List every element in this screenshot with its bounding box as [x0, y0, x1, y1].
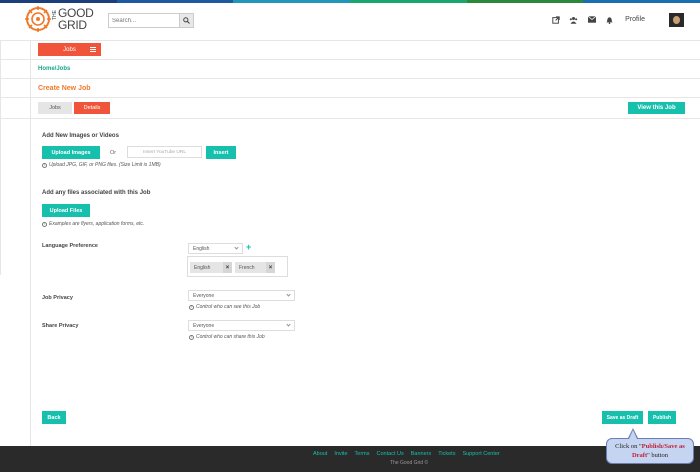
stripe-segment — [233, 0, 350, 3]
divider — [0, 40, 700, 41]
info-icon: i — [42, 221, 47, 227]
job-privacy-select[interactable]: Everyone — [188, 290, 295, 301]
chevron-down-icon — [234, 245, 239, 250]
users-icon[interactable] — [569, 15, 578, 24]
jobs-menu-button[interactable]: Jobs — [38, 43, 101, 56]
job-privacy-label: Job Privacy — [42, 295, 73, 301]
logo[interactable]: THE GOOD GRID — [25, 6, 94, 32]
divider — [0, 78, 700, 79]
logo-icon — [25, 6, 51, 32]
stripe-segment — [0, 0, 117, 3]
chevron-down-icon — [286, 322, 291, 327]
share-privacy-label: Share Privacy — [42, 323, 79, 329]
upload-files-button[interactable]: Upload Files — [42, 204, 90, 217]
divider — [0, 118, 700, 119]
jobs-menu-label: Jobs — [63, 46, 76, 53]
images-section-title: Add New Images or Videos — [42, 133, 119, 139]
files-section-title: Add any files associated with this Job — [42, 190, 151, 196]
copyright: The Good Grid © — [390, 460, 429, 466]
job-privacy-hint: i Control who can see this Job — [189, 304, 260, 310]
footer-link-contact[interactable]: Contact Us — [377, 451, 404, 457]
insert-button[interactable]: Insert — [206, 146, 236, 159]
avatar[interactable] — [669, 13, 684, 27]
chevron-down-icon — [286, 292, 291, 297]
language-tag-label: English — [194, 264, 211, 271]
share-privacy-value: Everyone — [193, 322, 215, 329]
language-select-value: English — [193, 245, 210, 252]
stripe-segment — [583, 0, 700, 3]
remove-tag-icon[interactable]: × — [223, 262, 232, 273]
stripe-segment — [116, 0, 234, 3]
add-language-icon[interactable]: + — [246, 243, 251, 252]
footer-link-tickets[interactable]: Tickets — [438, 451, 455, 457]
breadcrumb[interactable]: Home/Jobs — [38, 66, 70, 72]
callout-prefix: Click on " — [615, 443, 642, 450]
files-hint-text: Examples are flyers, application forms, … — [49, 221, 145, 227]
external-link-icon[interactable] — [551, 15, 560, 24]
youtube-url-input[interactable]: Insert YouTube URL — [127, 146, 202, 158]
footer-link-banners[interactable]: Banners — [411, 451, 432, 457]
color-stripe — [0, 0, 700, 3]
images-hint-text: Upload JPG, GIF, or PNG files. (Size Lim… — [49, 162, 161, 168]
page-left-border — [0, 40, 1, 275]
divider — [0, 59, 700, 60]
language-tag: French × — [235, 262, 275, 273]
images-hint: i Upload JPG, GIF, or PNG files. (Size L… — [42, 162, 161, 168]
info-icon: i — [189, 304, 194, 310]
instruction-callout: Click on "Publish/Save as Draft" button — [606, 438, 694, 464]
tab-jobs[interactable]: Jobs — [38, 102, 72, 114]
language-tag-label: French — [239, 264, 255, 271]
divider — [0, 97, 700, 98]
search-box — [108, 13, 194, 28]
content-left-border — [30, 40, 31, 446]
search-button[interactable] — [179, 14, 193, 27]
footer-link-support[interactable]: Support Center — [462, 451, 499, 457]
language-label: Language Preference — [42, 243, 98, 249]
info-icon: i — [42, 162, 47, 168]
footer-link-about[interactable]: About — [313, 451, 327, 457]
language-tag: English × — [190, 262, 232, 273]
bell-icon[interactable] — [605, 15, 614, 24]
share-privacy-select[interactable]: Everyone — [188, 320, 295, 331]
callout-pointer-fill — [629, 430, 637, 439]
footer-link-terms[interactable]: Terms — [355, 451, 370, 457]
footer-link-invite[interactable]: Invite — [334, 451, 347, 457]
callout-suffix: " button — [647, 452, 669, 459]
search-icon — [183, 17, 190, 24]
job-privacy-value: Everyone — [193, 292, 215, 299]
logo-grid: GRID — [58, 18, 87, 32]
mail-icon[interactable] — [587, 15, 596, 24]
profile-link[interactable]: Profile — [625, 16, 645, 23]
info-icon: i — [189, 334, 194, 340]
footer-links: About Invite Terms Contact Us Banners Ti… — [313, 451, 500, 457]
stripe-segment — [349, 0, 467, 3]
hamburger-icon — [90, 47, 96, 52]
stripe-segment — [466, 0, 584, 3]
search-input[interactable] — [109, 14, 179, 27]
language-select[interactable]: English — [188, 243, 243, 254]
footer — [0, 446, 700, 472]
back-button[interactable]: Back — [42, 411, 66, 424]
files-hint: i Examples are flyers, application forms… — [42, 221, 144, 227]
page-title: Create New Job — [38, 85, 91, 92]
share-privacy-hint: i Control who can share this Job — [189, 334, 265, 340]
job-privacy-hint-text: Control who can see this Job — [196, 304, 261, 310]
view-job-button[interactable]: View this Job — [628, 102, 685, 114]
publish-button[interactable]: Publish — [648, 411, 676, 424]
tab-details[interactable]: Details — [74, 102, 110, 114]
top-icons: Profile — [551, 15, 645, 24]
save-draft-button[interactable]: Save as Draft — [602, 411, 643, 424]
upload-images-button[interactable]: Upload Images — [42, 146, 100, 159]
share-privacy-hint-text: Control who can share this Job — [196, 334, 265, 340]
or-label: Or — [110, 150, 117, 156]
language-tags: English × French × — [187, 256, 288, 277]
remove-tag-icon[interactable]: × — [266, 262, 275, 273]
